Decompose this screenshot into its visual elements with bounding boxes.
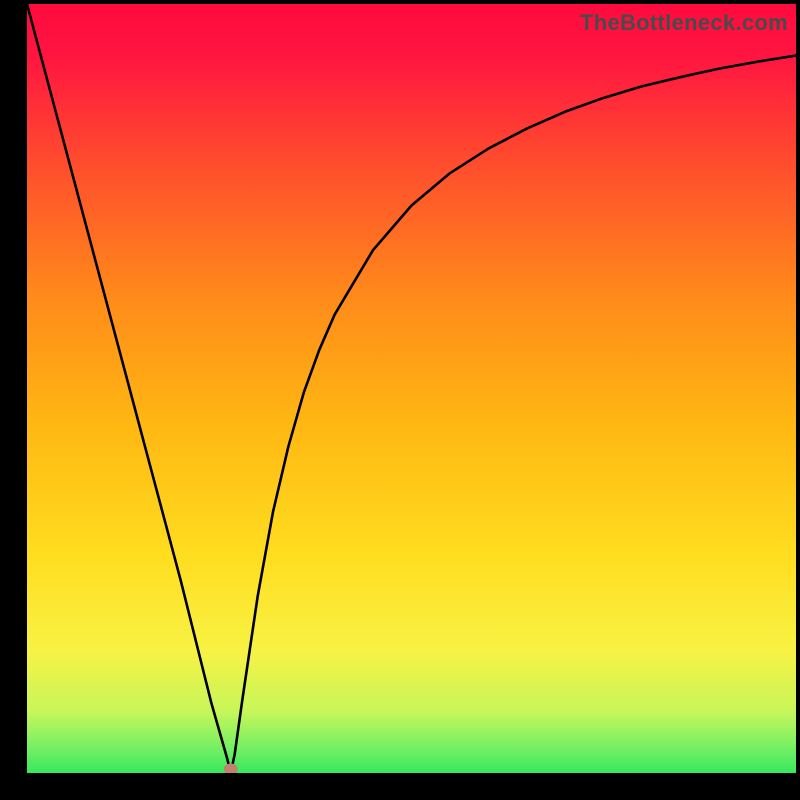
plot-background	[27, 4, 796, 773]
plot-svg	[27, 4, 796, 773]
plot-area	[27, 4, 796, 773]
chart-stage: TheBottleneck.com	[0, 0, 800, 800]
